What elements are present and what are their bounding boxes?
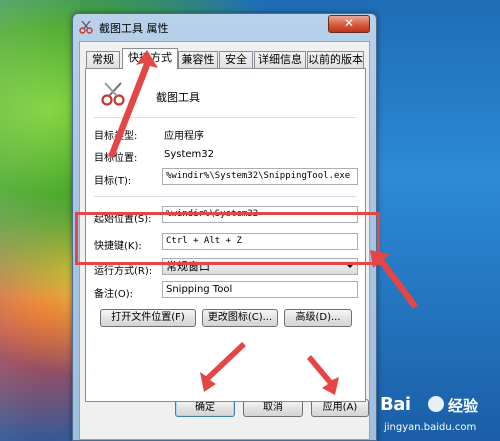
close-button[interactable]: ✕ xyxy=(328,15,370,33)
title-bar[interactable]: 截图工具 属性 ✕ xyxy=(73,14,376,40)
shortcut-highlight-box xyxy=(75,212,380,265)
open-file-location-button[interactable]: 打开文件位置(F) xyxy=(100,309,196,327)
target-label: 目标(T): xyxy=(94,176,132,187)
arrow-to-shortcut-tab xyxy=(108,50,158,158)
arrow-to-ok-button xyxy=(200,342,246,392)
scissors-icon xyxy=(79,20,93,34)
divider xyxy=(94,196,356,197)
watermark-url: jingyan.baidu.com xyxy=(384,422,477,433)
tab-previous-versions[interactable]: 以前的版本 xyxy=(307,51,364,68)
window-title: 截图工具 属性 xyxy=(99,22,169,35)
app-name: 截图工具 xyxy=(156,91,200,104)
baidu-logo: Bai xyxy=(380,394,411,415)
arrow-to-apply-button xyxy=(307,355,339,395)
jingyan-brand: 经验 xyxy=(448,397,479,415)
arrow-to-shortcut-field xyxy=(370,250,418,309)
target-input[interactable]: %windir%\System32\SnippingTool.exe xyxy=(162,168,358,185)
target-location-value: System32 xyxy=(164,149,215,160)
baidu-jingyan-watermark: Bai 经验 jingyan.baidu.com xyxy=(378,392,498,440)
tab-compatibility[interactable]: 兼容性 xyxy=(178,51,218,68)
tab-details[interactable]: 详细信息 xyxy=(254,51,306,68)
paw-icon xyxy=(428,396,444,412)
target-type-value: 应用程序 xyxy=(164,131,204,142)
advanced-button[interactable]: 高级(D)... xyxy=(284,309,352,327)
comment-input[interactable]: Snipping Tool xyxy=(162,281,358,298)
tab-security[interactable]: 安全 xyxy=(219,51,253,68)
comment-label: 备注(O): xyxy=(94,289,134,300)
desktop-flare xyxy=(0,0,80,441)
change-icon-button[interactable]: 更改图标(C)... xyxy=(202,309,278,327)
